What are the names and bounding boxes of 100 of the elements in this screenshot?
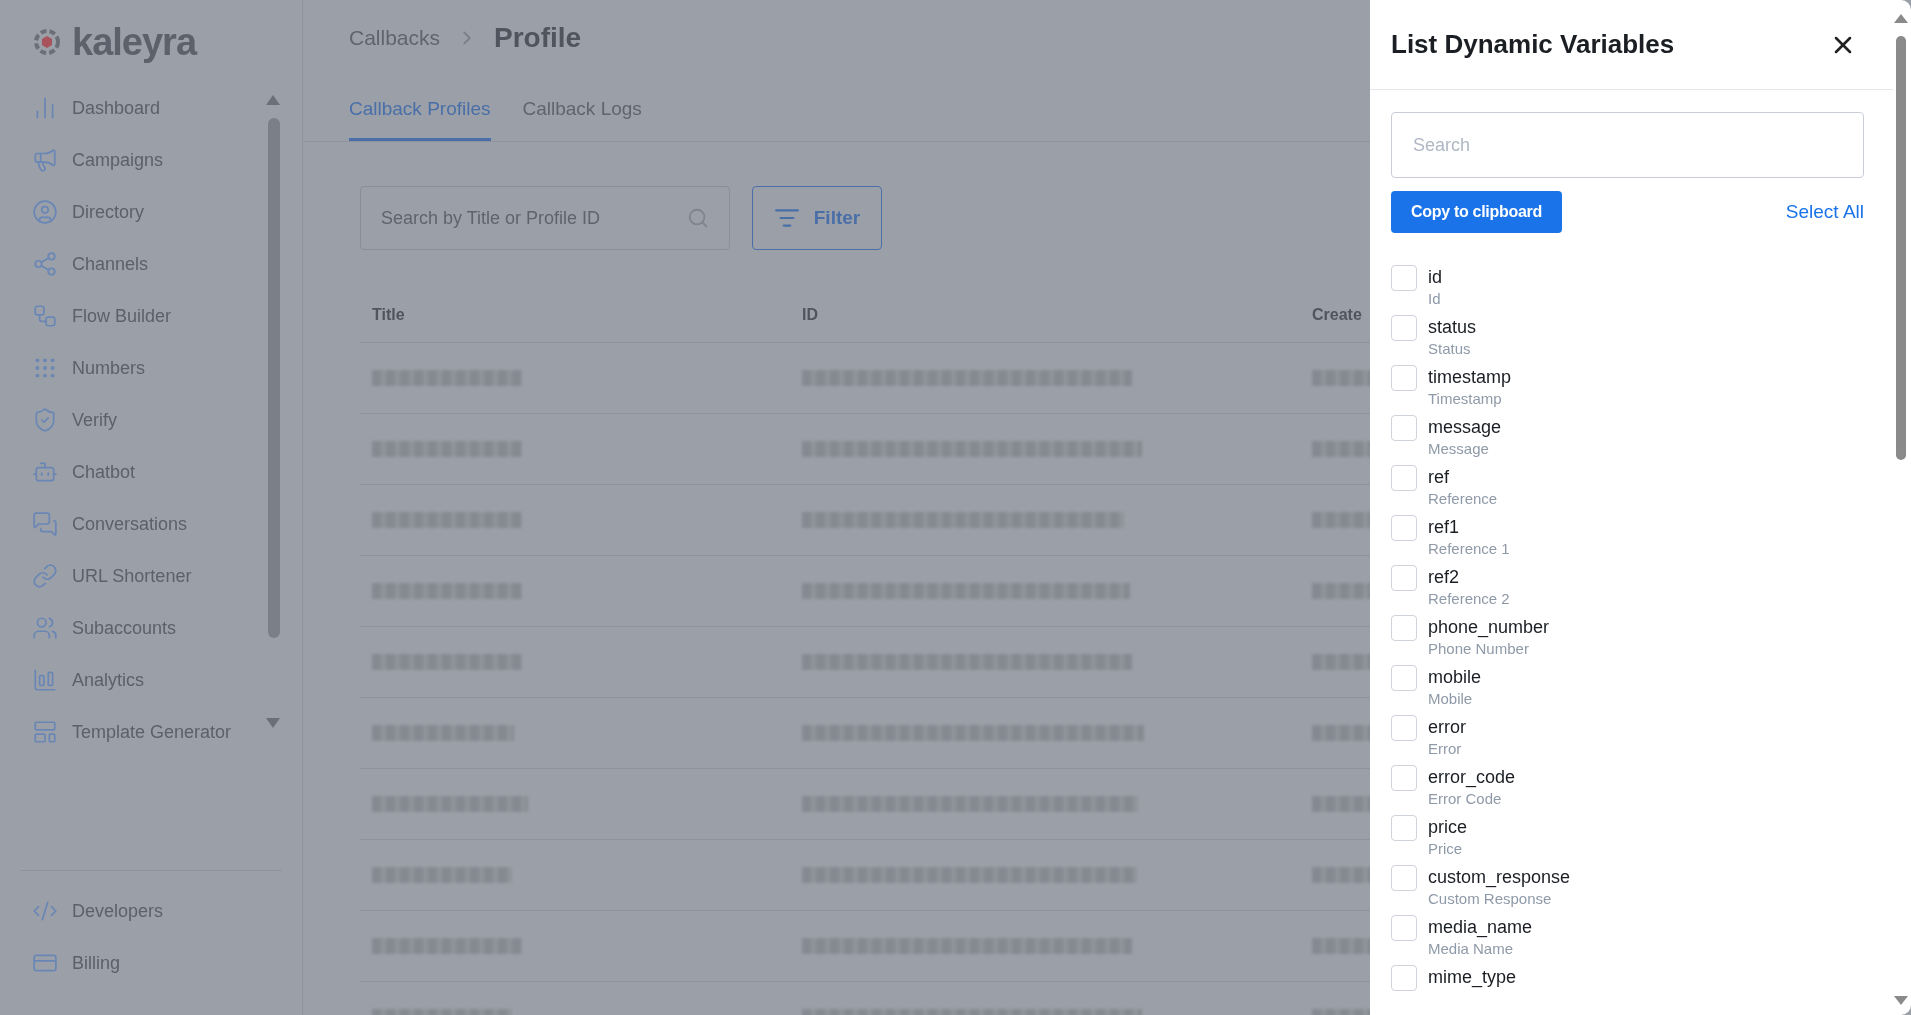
nav-item[interactable]: Numbers [0, 342, 302, 394]
nav-item[interactable]: Billing [20, 937, 282, 989]
variable-name: ref [1428, 466, 1450, 489]
template-icon [32, 719, 58, 745]
variable-label: Error Code [1428, 789, 1503, 809]
variable-label: Id [1428, 289, 1442, 309]
blurred-text [1312, 725, 1370, 741]
variable-name: message [1428, 416, 1502, 439]
search-field[interactable]: Search by Title or Profile ID [360, 186, 730, 250]
logo-icon [32, 27, 62, 57]
checkbox[interactable] [1391, 265, 1417, 291]
variable-label: Reference [1428, 489, 1498, 509]
chart-icon [32, 667, 58, 693]
variable-name: error [1428, 716, 1466, 739]
breadcrumb-item[interactable]: Callbacks [349, 26, 441, 50]
nav-item[interactable]: Channels [0, 238, 302, 290]
variable-label: Media Name [1428, 939, 1515, 959]
variable-label: Price [1428, 839, 1464, 859]
logo-wordmark: kaleyra [72, 20, 196, 64]
blurred-text [1312, 796, 1370, 812]
blurred-text [1312, 583, 1370, 599]
blurred-text [1312, 867, 1370, 883]
checkbox[interactable] [1391, 515, 1417, 541]
variable-label: Reference 2 [1428, 589, 1510, 609]
checkbox[interactable] [1391, 965, 1417, 991]
checkbox[interactable] [1391, 765, 1417, 791]
shield-check-icon [32, 407, 58, 433]
blurred-text [1312, 938, 1370, 954]
variable-name: ref1 [1428, 516, 1461, 539]
checkbox[interactable] [1391, 715, 1417, 741]
checkbox[interactable] [1391, 815, 1417, 841]
breadcrumb-item: Profile [494, 22, 582, 54]
nav-item[interactable]: Conversations [0, 498, 302, 550]
checkbox[interactable] [1391, 365, 1417, 391]
scroll-down-arrow[interactable] [266, 718, 280, 728]
chat-bubbles-icon [32, 511, 58, 537]
checkbox[interactable] [1391, 465, 1417, 491]
blurred-text [1312, 441, 1370, 457]
variable-name: status [1428, 316, 1477, 339]
column-header: Title [371, 306, 406, 324]
variable-label: Phone Number [1428, 639, 1530, 659]
variable-name: timestamp [1428, 366, 1512, 389]
variable-name: mime_type [1428, 966, 1517, 989]
nav-item[interactable]: Dashboard [0, 82, 302, 134]
blurred-text [1312, 370, 1370, 386]
variable-label: Custom Response [1428, 889, 1553, 909]
flow-icon [32, 303, 58, 329]
column-header: ID [801, 306, 819, 324]
search-icon [687, 207, 709, 229]
code-icon [32, 898, 58, 924]
variable-label: Status [1428, 339, 1472, 359]
nav-item[interactable]: URL Shortener [0, 550, 302, 602]
nav-item[interactable]: Campaigns [0, 134, 302, 186]
nav-item[interactable]: Developers [20, 885, 282, 937]
variable-label: Error [1428, 739, 1463, 759]
link-icon [32, 563, 58, 589]
checkbox[interactable] [1391, 665, 1417, 691]
scroll-up-arrow[interactable] [266, 95, 280, 105]
variable-name: custom_response [1428, 866, 1571, 889]
nav-item[interactable]: Verify [0, 394, 302, 446]
nav-item[interactable]: Chatbot [0, 446, 302, 498]
variable-label: Reference 1 [1428, 539, 1510, 559]
variable-name: error_code [1428, 766, 1516, 789]
variable-name: id [1428, 266, 1442, 289]
nav-item[interactable]: Template Generator [0, 706, 302, 758]
variable-label: Mobile [1428, 689, 1474, 709]
blurred-text [1312, 512, 1370, 528]
checkbox[interactable] [1391, 415, 1417, 441]
drawer-title: List Dynamic Variables [1391, 29, 1675, 60]
tab[interactable]: Callback Logs [522, 88, 642, 141]
nodes-icon [32, 251, 58, 277]
search-field[interactable]: Search [1391, 112, 1864, 178]
checkbox[interactable] [1391, 615, 1417, 641]
nav-item[interactable]: Flow Builder [0, 290, 302, 342]
user-circle-icon [32, 199, 58, 225]
column-header: Create [1311, 306, 1363, 324]
tab[interactable]: Callback Profiles [349, 88, 491, 141]
nav-item[interactable]: Analytics [0, 654, 302, 706]
users-icon [32, 615, 58, 641]
scrollbar-thumb[interactable] [1896, 36, 1906, 460]
checkbox[interactable] [1391, 565, 1417, 591]
checkbox[interactable] [1391, 865, 1417, 891]
variable-name: phone_number [1428, 616, 1550, 639]
filter-button[interactable]: Filter [752, 186, 882, 250]
megaphone-icon [32, 147, 58, 173]
nav-item[interactable]: Subaccounts [0, 602, 302, 654]
blurred-text [1312, 654, 1370, 670]
checkbox[interactable] [1391, 915, 1417, 941]
variable-name: price [1428, 816, 1467, 839]
scrollbar-thumb[interactable] [268, 118, 280, 638]
variable-name: mobile [1428, 666, 1482, 689]
copy-to-clipboard-button[interactable]: Copy to clipboard [1391, 191, 1562, 233]
scroll-down-arrow[interactable] [1894, 996, 1908, 1005]
nav-item[interactable]: Directory [0, 186, 302, 238]
scroll-up-arrow[interactable] [1894, 14, 1908, 23]
variable-label: Message [1428, 439, 1490, 459]
select-all-link[interactable]: Select All [1785, 201, 1864, 223]
checkbox[interactable] [1391, 315, 1417, 341]
variable-label: Timestamp [1428, 389, 1503, 409]
robot-icon [32, 459, 58, 485]
